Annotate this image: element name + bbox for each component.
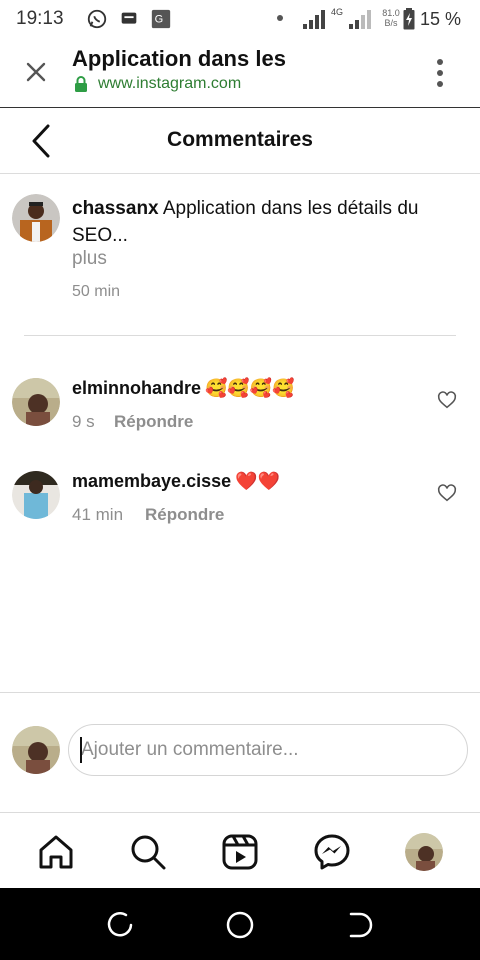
- signal-2-icon: [349, 10, 371, 29]
- search-icon[interactable]: [129, 833, 167, 871]
- lock-icon: [75, 76, 87, 92]
- bottom-nav: [0, 812, 480, 888]
- network-type: 4G: [331, 7, 344, 17]
- browser-bar: Application dans les www.instagram.com: [0, 40, 480, 108]
- reply-button[interactable]: Répondre: [145, 505, 224, 525]
- comment-body: 🥰🥰🥰🥰: [205, 378, 295, 398]
- system-nav-bar: [0, 888, 480, 960]
- back-arrow-icon[interactable]: [26, 122, 56, 160]
- dot-icon: [277, 15, 283, 21]
- comment-input-container: [68, 724, 468, 776]
- reply-button[interactable]: Répondre: [114, 412, 193, 432]
- comment-input[interactable]: [69, 725, 467, 775]
- whatsapp-icon: [87, 9, 107, 29]
- more-vert-icon[interactable]: [428, 56, 452, 90]
- battery-percent: 15 %: [420, 9, 462, 29]
- back-button-icon[interactable]: [345, 910, 375, 940]
- reels-icon[interactable]: [221, 833, 259, 871]
- net-speed-unit: B/s: [384, 18, 398, 28]
- comment-body: ❤️❤️: [235, 471, 280, 491]
- profile-avatar[interactable]: [405, 833, 443, 871]
- status-bar: 19:13 G 4G 81.0 B/s 15 %: [0, 0, 480, 40]
- home-button-icon[interactable]: [225, 910, 255, 940]
- comment-item: mamembaye.cisse ❤️❤️ 41 min Répondre: [0, 463, 480, 533]
- status-time: 19:13: [16, 8, 64, 29]
- comment-text: mamembaye.cisse ❤️❤️: [72, 471, 280, 492]
- caption-text: chassanx Application dans les détails du…: [72, 195, 462, 249]
- signal-icon: [303, 10, 325, 29]
- net-speed: 81.0 B/s: [381, 8, 401, 28]
- page-title: Commentaires: [167, 128, 313, 151]
- comment-avatar[interactable]: [12, 378, 60, 426]
- comment-timestamp: 9 s: [72, 412, 95, 431]
- net-speed-value: 81.0: [382, 8, 400, 18]
- comment-username[interactable]: mamembaye.cisse: [72, 471, 231, 491]
- comments-header: Commentaires: [0, 108, 480, 174]
- message-icon: [121, 12, 137, 24]
- messenger-icon[interactable]: [313, 833, 351, 871]
- my-avatar[interactable]: [12, 726, 60, 774]
- svg-text:G: G: [155, 14, 164, 26]
- caption-timestamp: 50 min: [72, 283, 121, 300]
- caption-more-link[interactable]: plus: [72, 248, 107, 270]
- comment-username[interactable]: elminnohandre: [72, 378, 201, 398]
- heart-icon[interactable]: [436, 482, 458, 504]
- comment-item: elminnohandre 🥰🥰🥰🥰 9 s Répondre: [0, 370, 480, 440]
- recent-apps-icon[interactable]: [105, 910, 135, 940]
- browser-url[interactable]: www.instagram.com: [98, 75, 241, 93]
- caption-avatar[interactable]: [12, 194, 60, 242]
- battery-icon: [403, 8, 415, 30]
- divider: [0, 692, 480, 693]
- comment-timestamp: 41 min: [72, 505, 124, 524]
- comment-text: elminnohandre 🥰🥰🥰🥰: [72, 378, 295, 399]
- text-caret: [80, 737, 82, 763]
- divider: [24, 335, 456, 336]
- home-icon[interactable]: [37, 833, 75, 871]
- comment-avatar[interactable]: [12, 471, 60, 519]
- translate-icon: G: [151, 9, 171, 29]
- close-icon[interactable]: [22, 58, 50, 86]
- browser-page-title: Application dans les: [72, 46, 286, 71]
- caption-username[interactable]: chassanx: [72, 198, 159, 219]
- heart-icon[interactable]: [436, 389, 458, 411]
